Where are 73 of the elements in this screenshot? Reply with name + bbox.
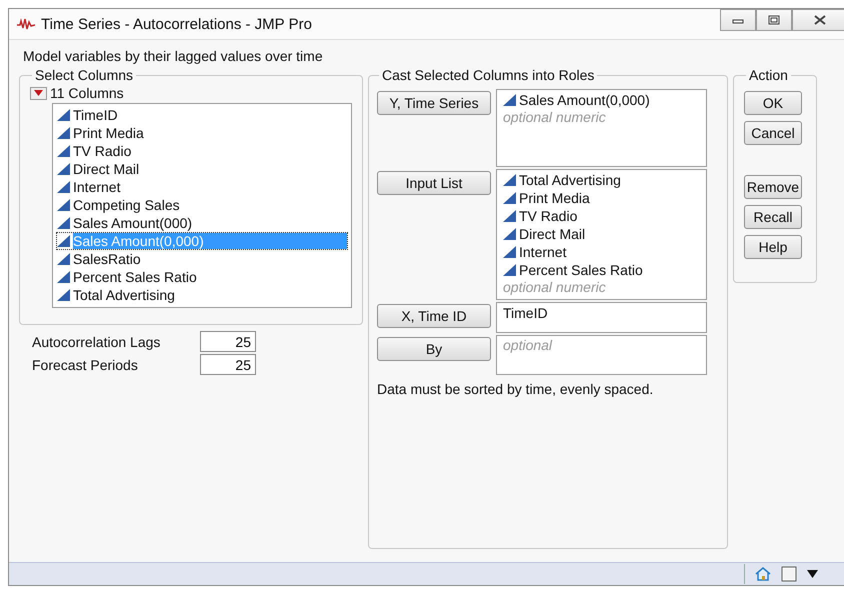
triangle-icon [57,235,70,247]
close-icon [813,15,827,25]
disclosure-button[interactable] [30,86,47,100]
option-label: Autocorrelation Lags [32,334,162,350]
triangle-icon [503,174,516,186]
maximize-icon [768,15,780,25]
waveform-icon [17,18,35,30]
triangle-icon [57,109,70,121]
column-item[interactable]: Total Advertising [56,286,348,304]
column-item[interactable]: Sales Amount(000) [56,214,348,232]
placeholder-text: optional [503,337,554,355]
column-item[interactable]: Internet [56,178,348,196]
panel-title: Action [748,67,789,83]
home-icon[interactable] [755,567,771,581]
triangle-icon [57,271,70,283]
triangle-icon [57,181,70,193]
dropdown-icon[interactable] [807,570,818,578]
role-item[interactable]: Sales Amount(0,000) [503,91,700,109]
checkbox-icon[interactable] [781,566,797,582]
number-field[interactable]: 25 [200,331,256,352]
role-list[interactable]: Total Advertising Print Media TV Radio Direct Mail Internet Percent Sales Ratio optional numeric [496,169,707,300]
close-button[interactable] [792,9,844,31]
maximize-button[interactable] [756,9,792,31]
role-item[interactable]: Percent Sales Ratio [503,261,700,279]
triangle-icon [57,217,70,229]
action-button[interactable]: OK [744,91,802,115]
column-item[interactable]: SalesRatio [56,250,348,268]
action-button[interactable]: Cancel [744,121,802,145]
triangle-icon [57,163,70,175]
role-item[interactable]: Total Advertising [503,171,700,189]
column-item[interactable]: Print Media [56,124,348,142]
action-button[interactable]: Remove [744,175,802,199]
role-button[interactable]: Input List [377,171,491,195]
column-item[interactable]: Direct Mail [56,160,348,178]
placeholder-text: optional numeric [503,279,607,297]
triangle-icon [57,199,70,211]
triangle-icon [503,210,516,222]
role-item[interactable]: Print Media [503,189,700,207]
minimize-button[interactable] [720,9,756,31]
role-button[interactable]: X, Time ID [377,304,491,328]
column-item[interactable]: Percent Sales Ratio [56,268,348,286]
description-text: Model variables by their lagged values over time [22,47,324,66]
triangle-icon [57,145,70,157]
number-field[interactable]: 25 [200,354,256,375]
triangle-icon [503,246,516,258]
triangle-icon [57,127,70,139]
role-list[interactable]: Sales Amount(0,000) optional numeric [496,89,707,167]
column-item[interactable]: TV Radio [56,142,348,160]
role-item[interactable]: TV Radio [503,207,700,225]
action-button[interactable]: Help [744,235,802,259]
panel-title: Cast Selected Columns into Roles [381,67,596,83]
role-item[interactable]: TimeID [503,304,700,322]
role-button[interactable]: By [377,337,491,361]
column-count: 11 Columns [50,85,124,101]
column-item[interactable]: Competing Sales [56,196,348,214]
triangle-icon [57,253,70,265]
column-item[interactable]: TimeID [56,106,348,124]
option-label: Forecast Periods [32,356,139,372]
role-item[interactable]: Internet [503,243,700,261]
triangle-icon [34,90,43,96]
note-text: Data must be sorted by time, evenly spaced. [377,381,654,397]
placeholder-text: optional numeric [503,109,607,127]
triangle-icon [503,94,516,106]
role-button[interactable]: Y, Time Series [377,91,491,115]
triangle-icon [57,289,70,301]
action-button[interactable]: Recall [744,205,802,229]
triangle-icon [503,192,516,204]
triangle-icon [503,264,516,276]
role-list[interactable]: TimeID [496,302,707,333]
triangle-icon [503,228,516,240]
panel-title: Select Columns [34,67,134,83]
window-title: Time Series - Autocorrelations - JMP Pro [41,16,313,32]
role-item[interactable]: Direct Mail [503,225,700,243]
